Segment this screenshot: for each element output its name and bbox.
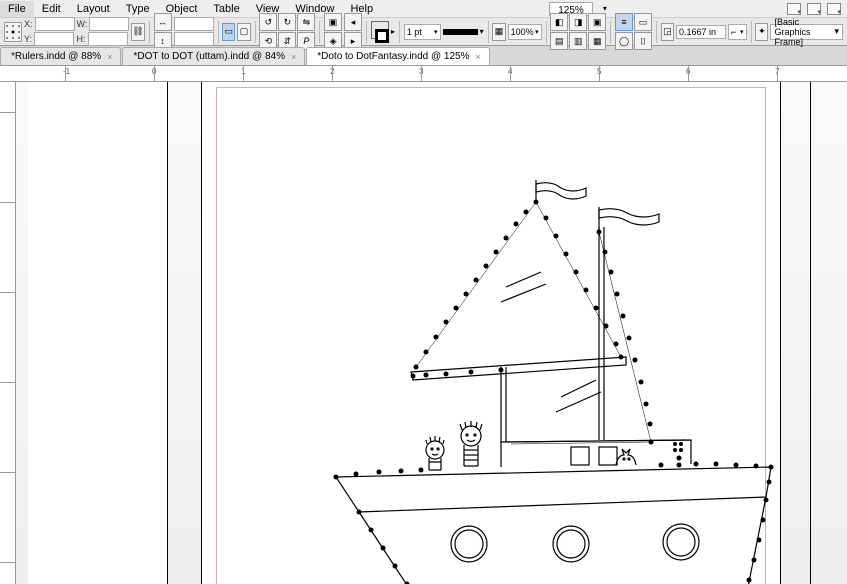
canvas-area[interactable] [16,82,847,584]
flip-horizontal-icon[interactable]: ⇋ [297,13,315,31]
document-tab-label: *Rulers.indd @ 88% [11,51,101,62]
auto-fit-icon[interactable]: ▦ [588,32,606,50]
menu-type[interactable]: Type [118,1,158,17]
stroke-weight-dropdown[interactable]: 1 pt▾ [404,24,441,40]
document-tab-label: *Doto to DotFantasy.indd @ 125% [317,51,469,62]
close-icon[interactable]: × [107,52,112,62]
w-input[interactable] [89,17,129,31]
stroke-style-preview[interactable] [443,29,478,35]
swatch-dropdown-arrow[interactable]: ▸ [391,27,395,36]
arrange-documents-icon[interactable] [807,3,821,15]
corner-radius-input[interactable] [676,25,726,39]
rotate-cw-icon[interactable]: ↻ [278,13,296,31]
content-mode-button[interactable]: ▢ [237,23,250,41]
close-icon[interactable]: × [291,52,296,62]
h-input[interactable] [88,32,128,46]
fit-content-icon[interactable]: ▦ [492,23,505,41]
reference-point-proxy[interactable] [4,22,22,42]
scale-x-input[interactable] [174,17,214,31]
x-label: X: [24,19,33,29]
object-style-value: [Basic Graphics Frame] [774,17,834,47]
center-content-icon[interactable]: ▣ [588,13,606,31]
close-icon[interactable]: × [476,52,481,62]
object-style-dropdown[interactable]: [Basic Graphics Frame]▾ [770,24,843,40]
wrap-bounding-icon[interactable]: ▭ [634,13,652,31]
x-input[interactable] [35,17,75,31]
menu-edit[interactable]: Edit [34,1,69,17]
document-tab[interactable]: *DOT to DOT (uttam).indd @ 84% × [122,47,305,65]
select-container-icon[interactable]: ▣ [324,13,342,31]
y-input[interactable] [34,32,74,46]
container-mode-button[interactable]: ▭ [222,23,235,41]
document-tabs: *Rulers.indd @ 88% × *DOT to DOT (uttam)… [0,46,847,66]
fill-stroke-proxy[interactable] [371,21,389,43]
margin-guide [216,87,766,584]
corner-shape-dropdown[interactable]: ⌐▾ [728,24,747,40]
wrap-object-icon[interactable]: ◯ [615,32,633,50]
constrain-proportions-icon[interactable]: ⛓ [131,23,144,41]
h-label: H: [77,34,86,44]
select-previous-icon[interactable]: ◂ [344,13,362,31]
wrap-jump-icon[interactable]: ⌷ [634,32,652,50]
stroke-weight-value: 1 pt [407,27,422,37]
rotate-ccw-icon[interactable]: ↺ [259,13,277,31]
document-tab[interactable]: *Doto to DotFantasy.indd @ 125% × [306,47,490,65]
scale-percent-dropdown[interactable]: 100%▾ [508,24,542,40]
document-tab[interactable]: *Rulers.indd @ 88% × [0,47,121,65]
fit-content-to-frame-icon[interactable]: ▥ [569,32,587,50]
vertical-ruler[interactable] [0,82,16,584]
horizontal-ruler[interactable]: -1 0 1 2 3 4 5 6 7 [0,66,847,82]
wrap-none-icon[interactable]: ≡ [615,13,633,31]
workspace-icon[interactable] [827,3,841,15]
fill-frame-icon[interactable]: ◧ [550,13,568,31]
screen-mode-icon[interactable] [787,3,801,15]
y-label: Y: [24,34,32,44]
menu-file[interactable]: File [0,1,34,17]
menu-layout[interactable]: Layout [69,1,118,17]
workspace [0,82,847,584]
menu-table[interactable]: Table [205,1,247,17]
scale-percent-value: 100% [511,27,534,37]
fit-frame-to-content-icon[interactable]: ▤ [550,32,568,50]
menu-bar: File Edit Layout Type Object Table View … [0,0,847,18]
facing-page-edge [28,82,168,584]
control-panel: X: Y: W: H: ⛓ ↔ ↕ ▭ ▢ ↺ ↻ ⇋ ⟲ ⇵ P ▣ ◈ ◂ … [0,18,847,46]
document-tab-label: *DOT to DOT (uttam).indd @ 84% [133,51,285,62]
effects-icon[interactable]: ✦ [755,23,768,41]
scale-y-input[interactable] [174,32,214,46]
view-options-icons [787,3,847,15]
scale-x-icon[interactable]: ↔ [154,13,172,31]
fit-proportionally-icon[interactable]: ◨ [569,13,587,31]
stroke-swatch[interactable] [375,29,389,43]
w-label: W: [77,19,88,29]
corner-options-icon[interactable]: ◲ [661,23,674,41]
